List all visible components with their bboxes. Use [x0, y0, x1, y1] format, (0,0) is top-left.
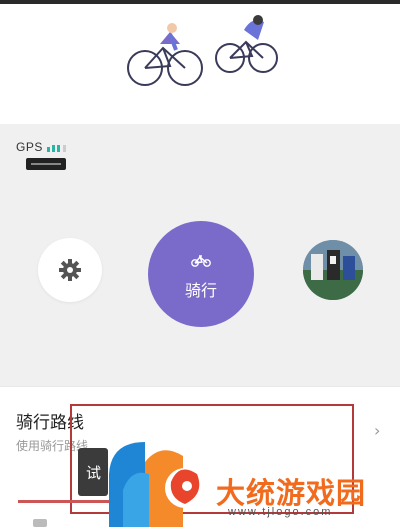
cyclist-illustration-2 [215, 40, 278, 73]
brand-url: www.tjlogo.com [228, 506, 333, 518]
gear-icon [59, 259, 81, 281]
signal-icon [47, 145, 66, 152]
start-ride-button[interactable]: 骑行 [148, 221, 254, 327]
gps-label: GPS [16, 140, 43, 154]
hero-illustration [0, 4, 400, 124]
start-ride-label: 骑行 [184, 281, 217, 300]
avatar[interactable] [303, 240, 363, 300]
bicycle-icon [191, 255, 211, 267]
dark-button-label: 试 [86, 464, 102, 482]
gps-tooltip-text [31, 163, 61, 165]
scroll-indicator [33, 519, 47, 527]
cyclist-illustration [127, 46, 203, 86]
settings-button[interactable] [38, 238, 102, 302]
dark-button[interactable]: 试 [78, 448, 108, 496]
